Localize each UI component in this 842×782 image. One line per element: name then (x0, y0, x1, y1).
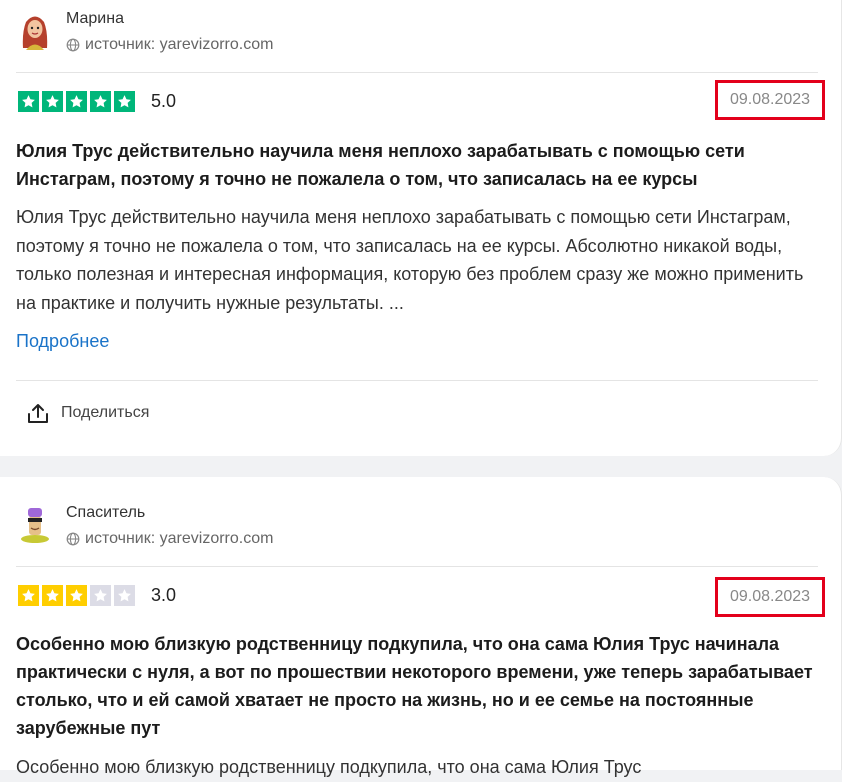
star-empty-icon (90, 585, 111, 606)
character-avatar-icon (21, 508, 49, 543)
review-card: Марина источник: yarevizorro.com 5.0 09.… (0, 0, 842, 456)
globe-icon (66, 532, 80, 546)
review-source: источник: yarevizorro.com (66, 36, 273, 54)
author-name: Спаситель (66, 504, 146, 521)
date-highlight: 09.08.2023 (715, 577, 825, 617)
divider (16, 72, 818, 73)
review-date: 09.08.2023 (729, 588, 811, 605)
star-filled-icon (66, 91, 87, 112)
rating-value: 5.0 (151, 91, 177, 111)
source-label: источник: yarevizorro.com (85, 530, 274, 547)
share-label: Поделиться (61, 404, 150, 421)
review-card: Спаситель источник: yarevizorro.com 3.0 … (0, 477, 842, 777)
star-filled-icon (66, 585, 87, 606)
review-date: 09.08.2023 (729, 91, 811, 108)
review-title: Особенно мою близкую родственницу подкуп… (16, 634, 813, 738)
star-filled-icon (90, 91, 111, 112)
star-filled-icon (114, 91, 135, 112)
read-more-link[interactable]: Подробнее (16, 331, 109, 352)
share-button[interactable]: Поделиться (26, 402, 149, 424)
woman-avatar-icon (22, 16, 48, 50)
review-body: Юлия Трус действительно научила меня неп… (16, 207, 804, 313)
author-name: Марина (66, 10, 124, 27)
date-highlight: 09.08.2023 (715, 80, 825, 120)
review-source: источник: yarevizorro.com (66, 530, 273, 548)
star-filled-icon (18, 585, 39, 606)
star-empty-icon (114, 585, 135, 606)
rating-stars (18, 585, 135, 606)
divider (16, 566, 818, 567)
rating-value: 3.0 (151, 585, 177, 605)
globe-icon (66, 38, 80, 52)
star-filled-icon (42, 91, 63, 112)
review-title: Юлия Трус действительно научила меня неп… (16, 141, 745, 189)
rating-stars (18, 91, 135, 112)
star-filled-icon (18, 91, 39, 112)
review-body: Особенно мою близкую родственницу подкуп… (16, 757, 642, 777)
source-label: источник: yarevizorro.com (85, 36, 274, 53)
divider (16, 380, 818, 381)
star-filled-icon (42, 585, 63, 606)
share-icon (28, 404, 48, 423)
